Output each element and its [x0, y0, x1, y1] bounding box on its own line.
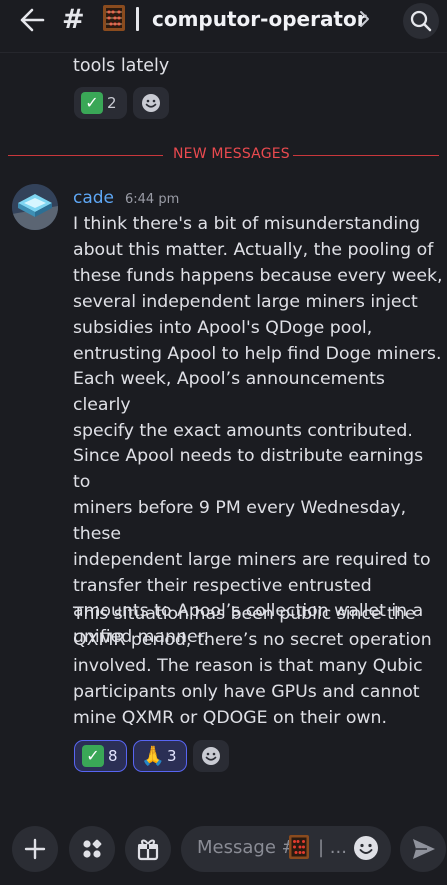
divider-line-left: [8, 155, 163, 156]
message-author[interactable]: cade: [73, 188, 114, 208]
previous-message-text: tools lately: [73, 56, 170, 76]
folded-hands-emoji-icon: 🙏: [141, 745, 165, 767]
message-timestamp: 6:44 pm: [125, 192, 180, 207]
divider-line-right: [293, 155, 439, 156]
send-button[interactable]: [400, 826, 446, 872]
add-reaction-button[interactable]: [193, 740, 229, 772]
reaction-pray[interactable]: 🙏 3: [133, 740, 187, 772]
channel-header: # computor-operator: [0, 0, 447, 40]
check-mark-emoji-icon: ✓: [81, 92, 103, 114]
emoji-picker-icon[interactable]: [353, 835, 379, 861]
message-input-placeholder-suffix: | ...: [318, 837, 347, 858]
smiley-icon: [202, 747, 220, 765]
header-divider: [0, 52, 447, 53]
smiley-icon: [142, 94, 160, 112]
check-mark-emoji-icon: ✓: [82, 745, 104, 767]
apps-button[interactable]: [69, 826, 115, 872]
search-button[interactable]: [403, 3, 439, 39]
text-channel-hash-icon: #: [62, 4, 85, 35]
attach-button[interactable]: [12, 826, 58, 872]
gift-icon: [137, 839, 159, 861]
reaction-count: 8: [108, 747, 118, 765]
new-messages-divider: NEW MESSAGES: [8, 145, 439, 165]
reaction-count: 3: [167, 747, 177, 765]
message-input-placeholder: Message #: [197, 837, 297, 858]
send-arrow-icon: [413, 839, 435, 859]
reaction-count: 2: [107, 94, 117, 112]
reaction-check[interactable]: ✓ 2: [74, 87, 127, 119]
channel-title[interactable]: computor-operator: [152, 7, 367, 31]
search-icon: [410, 10, 432, 32]
header-separator: [136, 7, 139, 31]
message-paragraph: This situation has been public since the…: [73, 604, 432, 728]
new-messages-label: NEW MESSAGES: [173, 146, 290, 162]
avatar[interactable]: [12, 184, 58, 230]
avatar-image: [12, 184, 58, 230]
abacus-emoji-icon: [289, 835, 309, 859]
chevron-right-icon[interactable]: [358, 9, 372, 29]
add-reaction-button[interactable]: [133, 87, 169, 119]
gift-button[interactable]: [125, 826, 171, 872]
message-paragraph: I think there's a bit of misunderstandin…: [73, 214, 443, 442]
message-reactions: ✓ 8 🙏 3: [74, 740, 229, 772]
apps-icon: [83, 839, 102, 858]
plus-icon: [24, 838, 46, 860]
reaction-check[interactable]: ✓ 8: [74, 740, 127, 772]
previous-message-reactions: ✓ 2: [74, 87, 169, 119]
abacus-emoji-icon: [103, 5, 125, 31]
back-arrow-icon[interactable]: [18, 7, 46, 33]
